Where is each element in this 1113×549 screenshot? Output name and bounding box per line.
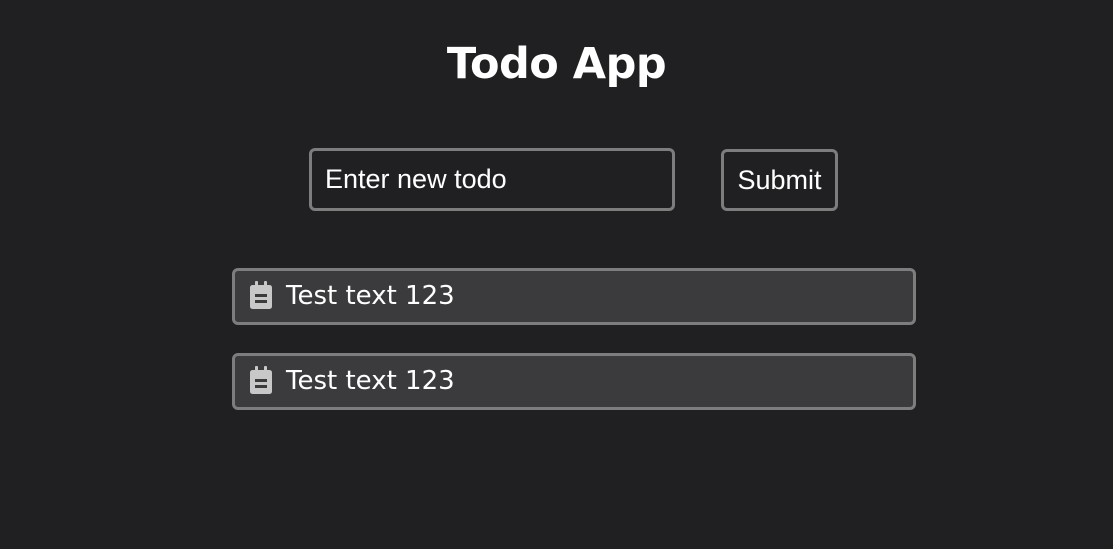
clipboard-icon: [249, 366, 273, 394]
todo-item[interactable]: Test text 123: [232, 268, 916, 325]
submit-button[interactable]: Submit: [721, 149, 838, 211]
todo-text: Test text 123: [286, 366, 455, 396]
todo-text: Test text 123: [286, 281, 455, 311]
page-title: Todo App: [446, 39, 667, 89]
new-todo-input[interactable]: [309, 148, 675, 211]
clipboard-icon: [249, 281, 273, 309]
todo-list: Test text 123 Test text 123: [232, 268, 916, 438]
todo-item[interactable]: Test text 123: [232, 353, 916, 410]
